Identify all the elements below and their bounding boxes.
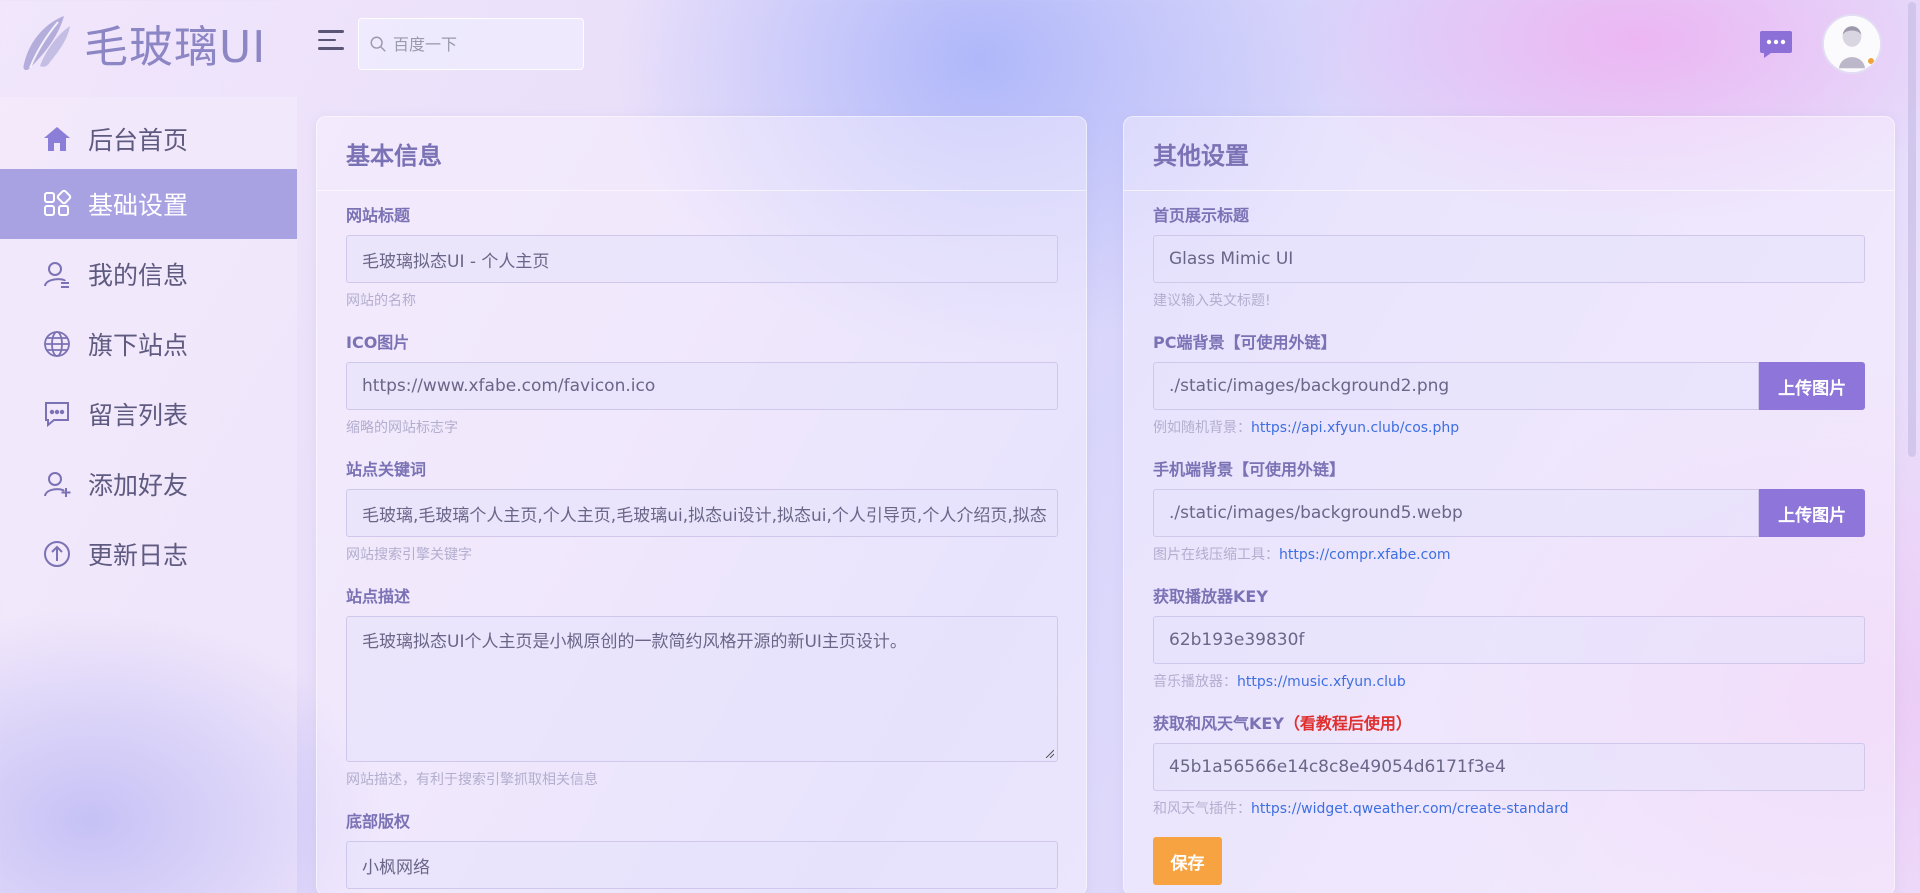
sidebar-item-label: 留言列表 bbox=[88, 401, 189, 430]
field-help: 例如随机背景：https://api.xfyun.club/cos.php bbox=[1153, 418, 1865, 438]
sidebar: 后台首页 基础设置 我的信息 旗下站点 留言列表 添加好友 更新日志 bbox=[0, 97, 297, 893]
field-label: 获取播放器KEY bbox=[1153, 587, 1268, 606]
field-help: 缩略的网站标志字 bbox=[346, 420, 458, 436]
card-title: 其他设置 bbox=[1124, 117, 1894, 191]
status-dot bbox=[1866, 56, 1876, 66]
ico-field: ICO图片 https://www.xfabe.com/favicon.ico … bbox=[346, 332, 1058, 438]
mobile-background-group: ./static/images/background5.webp 上传图片 bbox=[1153, 489, 1865, 537]
site-title-input[interactable]: 毛玻璃拟态UI - 个人主页 bbox=[346, 235, 1058, 283]
menu-line bbox=[318, 38, 336, 41]
sidebar-item-add-friend[interactable]: 添加好友 bbox=[0, 449, 297, 519]
menu-line bbox=[318, 47, 344, 50]
field-label-note: （看教程后使用） bbox=[1283, 714, 1412, 733]
ico-input[interactable]: https://www.xfabe.com/favicon.ico bbox=[346, 362, 1058, 410]
keywords-input[interactable]: 毛玻璃,毛玻璃个人主页,个人主页,毛玻璃ui,拟态ui设计,拟态ui,个人引导页… bbox=[346, 489, 1058, 537]
menu-line bbox=[318, 30, 344, 33]
copyright-field: 底部版权 小枫网络 bbox=[346, 811, 1058, 889]
search-input[interactable] bbox=[393, 34, 563, 54]
sidebar-item-label: 后台首页 bbox=[88, 126, 189, 155]
grid-icon bbox=[44, 189, 72, 216]
field-help: 网站搜索引擎关键字 bbox=[346, 547, 472, 563]
sidebar-item-home[interactable]: 后台首页 bbox=[0, 104, 297, 174]
help-link[interactable]: https://api.xfyun.club/cos.php bbox=[1251, 420, 1459, 436]
logo-text: 毛玻璃UI bbox=[84, 22, 267, 73]
arrow-up-circle-icon bbox=[44, 541, 70, 567]
player-key-input[interactable]: 62b193e39830f bbox=[1153, 616, 1865, 664]
pc-background-group: ./static/images/background2.png 上传图片 bbox=[1153, 362, 1865, 410]
field-label: 站点描述 bbox=[346, 587, 411, 606]
scrollbar-thumb[interactable] bbox=[1908, 2, 1916, 457]
sidebar-item-sites[interactable]: 旗下站点 bbox=[0, 309, 297, 379]
help-text: 例如随机背景： bbox=[1153, 420, 1251, 436]
weather-key-field: 获取和风天气KEY（看教程后使用） 45b1a56566e14c8c8e4905… bbox=[1153, 713, 1865, 819]
home-icon bbox=[44, 127, 70, 151]
sidebar-item-label: 添加好友 bbox=[88, 471, 189, 500]
field-help: 音乐播放器：https://music.xfyun.club bbox=[1153, 672, 1865, 692]
user-icon bbox=[44, 262, 69, 288]
field-label-text: 获取和风天气KEY bbox=[1153, 714, 1284, 733]
mobile-background-input[interactable]: ./static/images/background5.webp bbox=[1153, 489, 1760, 537]
sidebar-item-my-info[interactable]: 我的信息 bbox=[0, 239, 297, 309]
help-text: 图片在线压缩工具： bbox=[1153, 547, 1279, 563]
weather-key-input[interactable]: 45b1a56566e14c8c8e49054d6171f3e4 bbox=[1153, 743, 1865, 791]
site-title-field: 网站标题 毛玻璃拟态UI - 个人主页 网站的名称 bbox=[346, 205, 1058, 311]
sidebar-item-changelog[interactable]: 更新日志 bbox=[0, 519, 297, 589]
copyright-input[interactable]: 小枫网络 bbox=[346, 841, 1058, 889]
help-link[interactable]: https://compr.xfabe.com bbox=[1279, 547, 1451, 563]
field-label: 手机端背景【可使用外链】 bbox=[1153, 460, 1346, 479]
description-field: 站点描述 毛玻璃拟态UI个人主页是小枫原创的一款简约风格开源的新UI主页设计。 … bbox=[346, 586, 1058, 790]
sidebar-item-messages[interactable]: 留言列表 bbox=[0, 379, 297, 449]
sidebar-item-label: 基础设置 bbox=[88, 191, 189, 220]
pc-background-input[interactable]: ./static/images/background2.png bbox=[1153, 362, 1760, 410]
help-text: 和风天气插件： bbox=[1153, 801, 1251, 817]
message-icon[interactable] bbox=[1759, 29, 1793, 59]
globe-icon bbox=[44, 331, 70, 357]
other-settings-card: 其他设置 首页展示标题 Glass Mimic UI 建议输入英文标题! PC端… bbox=[1123, 116, 1895, 893]
home-title-field: 首页展示标题 Glass Mimic UI 建议输入英文标题! bbox=[1153, 205, 1865, 311]
save-button[interactable]: 保存 bbox=[1153, 837, 1222, 885]
field-label: 站点关键词 bbox=[346, 460, 427, 479]
menu-toggle-button[interactable] bbox=[318, 30, 344, 52]
description-textarea[interactable]: 毛玻璃拟态UI个人主页是小枫原创的一款简约风格开源的新UI主页设计。 bbox=[346, 616, 1058, 762]
sidebar-item-label: 旗下站点 bbox=[88, 331, 189, 360]
pc-background-field: PC端背景【可使用外链】 ./static/images/background2… bbox=[1153, 332, 1865, 438]
field-help: 和风天气插件：https://widget.qweather.com/creat… bbox=[1153, 799, 1865, 819]
keywords-field: 站点关键词 毛玻璃,毛玻璃个人主页,个人主页,毛玻璃ui,拟态ui设计,拟态ui… bbox=[346, 459, 1058, 565]
field-label: 网站标题 bbox=[346, 206, 411, 225]
help-link[interactable]: https://widget.qweather.com/create-stand… bbox=[1251, 801, 1568, 817]
top-bar: 毛玻璃UI bbox=[0, 0, 1920, 97]
chat-icon bbox=[45, 402, 69, 428]
field-label: ICO图片 bbox=[346, 333, 410, 352]
field-label: 获取和风天气KEY（看教程后使用） bbox=[1153, 713, 1865, 735]
field-label: PC端背景【可使用外链】 bbox=[1153, 333, 1337, 352]
sidebar-item-basic-settings[interactable]: 基础设置 bbox=[0, 169, 297, 239]
avatar[interactable] bbox=[1822, 14, 1882, 74]
player-key-field: 获取播放器KEY 62b193e39830f 音乐播放器：https://mus… bbox=[1153, 586, 1865, 692]
field-help: 建议输入英文标题! bbox=[1153, 293, 1271, 309]
logo[interactable]: 毛玻璃UI bbox=[18, 10, 266, 76]
field-label: 底部版权 bbox=[346, 812, 411, 831]
field-help: 网站描述，有利于搜索引擎抓取相关信息 bbox=[346, 772, 598, 788]
resize-handle-icon[interactable] bbox=[1044, 748, 1054, 758]
help-text: 音乐播放器： bbox=[1153, 674, 1237, 690]
sidebar-item-label: 更新日志 bbox=[88, 541, 189, 570]
logo-feather-icon bbox=[23, 16, 70, 71]
page-scrollbar[interactable] bbox=[1906, 0, 1918, 893]
sidebar-item-label: 我的信息 bbox=[88, 261, 189, 290]
field-help: 图片在线压缩工具：https://compr.xfabe.com bbox=[1153, 545, 1865, 565]
home-title-input[interactable]: Glass Mimic UI bbox=[1153, 235, 1865, 283]
card-title: 基本信息 bbox=[317, 117, 1086, 191]
upload-image-button[interactable]: 上传图片 bbox=[1759, 489, 1865, 537]
field-label: 首页展示标题 bbox=[1153, 206, 1250, 225]
help-link[interactable]: https://music.xfyun.club bbox=[1237, 674, 1406, 690]
search-icon bbox=[370, 36, 386, 52]
field-help: 网站的名称 bbox=[346, 293, 416, 309]
mobile-background-field: 手机端背景【可使用外链】 ./static/images/background5… bbox=[1153, 459, 1865, 565]
upload-image-button[interactable]: 上传图片 bbox=[1759, 362, 1865, 410]
search-box[interactable] bbox=[358, 18, 584, 70]
description-text: 毛玻璃拟态UI个人主页是小枫原创的一款简约风格开源的新UI主页设计。 bbox=[362, 632, 907, 652]
basic-info-card: 基本信息 网站标题 毛玻璃拟态UI - 个人主页 网站的名称 ICO图片 htt… bbox=[316, 116, 1087, 893]
user-add-icon bbox=[44, 472, 71, 497]
